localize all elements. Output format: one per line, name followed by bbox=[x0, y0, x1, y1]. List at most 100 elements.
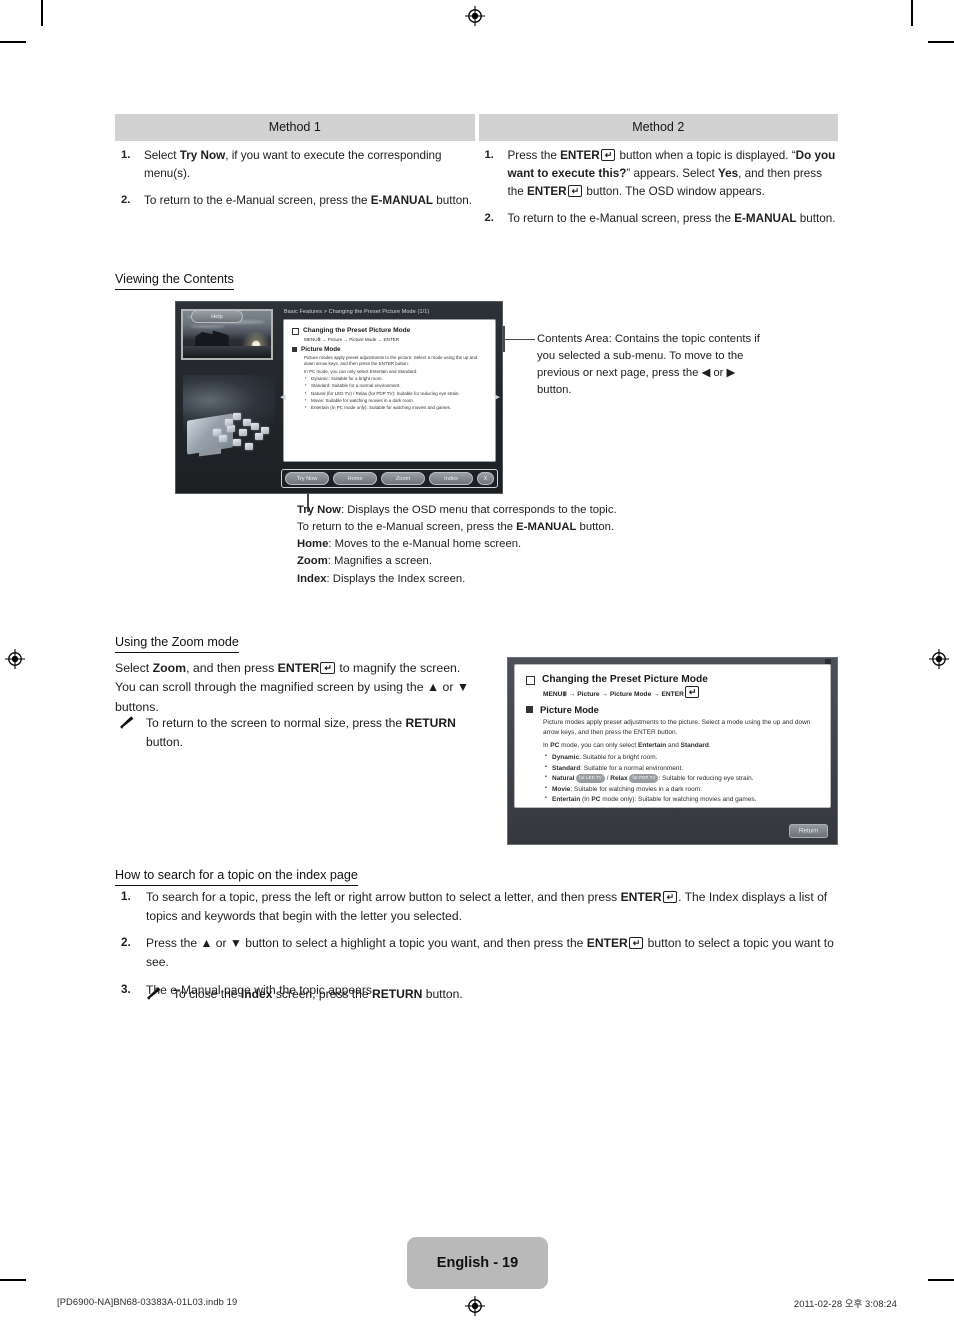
next-page-arrow-icon[interactable]: ▶ bbox=[495, 393, 500, 401]
osd-menu-path: MENUⅢ → Picture → Picture Mode → ENTER bbox=[543, 686, 819, 699]
step-text: Select Try Now, if you want to execute t… bbox=[144, 149, 442, 181]
osd-subtitle: Picture Mode bbox=[540, 704, 599, 715]
list-item: Entertain (In PC mode only): Suitable fo… bbox=[305, 404, 487, 412]
step-text: To search for a topic, press the left or… bbox=[146, 890, 827, 923]
barn-silhouette bbox=[195, 330, 229, 347]
list-item: 2. To return to the e-Manual screen, pres… bbox=[115, 192, 475, 210]
step-text: To return to the e-Manual screen, press … bbox=[144, 194, 473, 208]
list-item: Movie: Suitable for watching movies in a… bbox=[305, 397, 487, 405]
step-number: 1. bbox=[484, 149, 494, 161]
step-number: 2. bbox=[121, 194, 131, 207]
contents-subtitle-row: Picture Mode bbox=[292, 346, 487, 353]
close-button[interactable]: X bbox=[477, 472, 494, 486]
osd-title: Changing the Preset Picture Mode bbox=[542, 674, 708, 685]
contents-note: In PC mode, you can only select Entertai… bbox=[304, 368, 418, 374]
step-number: 1. bbox=[121, 149, 131, 161]
pencil-icon bbox=[120, 716, 134, 729]
crop-mark-top-right-h bbox=[928, 41, 954, 43]
step-text: Press the ▲ or ▼ button to select a high… bbox=[146, 936, 834, 969]
crop-mark-top-right-v bbox=[911, 0, 913, 26]
home-button[interactable]: Home bbox=[333, 472, 377, 486]
registration-mark-top bbox=[465, 6, 485, 26]
menu-path: MENUⅢ → Picture → Picture Mode → ENTER bbox=[304, 337, 400, 342]
method-1-header: Method 1 bbox=[115, 114, 475, 141]
index-search-note: To close the Index screen, press the RET… bbox=[142, 985, 673, 1004]
step-number: 2. bbox=[121, 936, 131, 950]
breadcrumb: Basic Features > Changing the Preset Pic… bbox=[284, 309, 430, 315]
list-item: 1. Press the ENTER button when a topic is… bbox=[479, 147, 839, 201]
methods-table: Method 1 Method 2 1. Select Try Now, if y… bbox=[115, 114, 838, 238]
method-1-steps: 1. Select Try Now, if you want to execute… bbox=[115, 147, 475, 210]
osd-title-row: Changing the Preset Picture Mode bbox=[526, 674, 819, 685]
list-item: Dynamic: Suitable for a bright room. bbox=[305, 375, 487, 383]
registration-mark-right bbox=[929, 649, 949, 669]
method-2-steps: 1. Press the ENTER button when a topic is… bbox=[479, 147, 839, 229]
viewing-contents-heading: Viewing the Contents bbox=[115, 272, 234, 290]
index-button[interactable]: Index bbox=[429, 472, 473, 486]
tv-left-pane: Help bbox=[179, 305, 277, 470]
photo-ground bbox=[183, 345, 271, 358]
registration-mark-left bbox=[5, 649, 25, 669]
list-item: 2. Press the ▲ or ▼ button to select a hi… bbox=[115, 934, 838, 971]
help-button[interactable]: Help bbox=[191, 310, 243, 324]
osd-footer: Return bbox=[788, 819, 828, 838]
zoom-mode-body: Select Zoom, and then press ENTER to mag… bbox=[115, 659, 470, 717]
step-number: 1. bbox=[121, 890, 131, 903]
contents-area-callout: Contents Area: Contains the topic conten… bbox=[537, 333, 760, 397]
tv-illustration bbox=[183, 375, 275, 463]
osd-content-area: Changing the Preset Picture Mode MENUⅢ →… bbox=[514, 664, 831, 817]
pencil-icon bbox=[147, 987, 161, 1000]
open-square-icon bbox=[292, 328, 299, 335]
osd-path-enter: ENTER bbox=[661, 691, 684, 698]
list-item: Standard: Suitable for a normal environm… bbox=[305, 382, 487, 390]
open-square-icon bbox=[526, 676, 535, 685]
zoom-osd-panel: Changing the Preset Picture Mode MENUⅢ →… bbox=[507, 657, 838, 845]
step-text: Press the ENTER button when a topic is d… bbox=[508, 149, 835, 198]
tv-right-pane: Basic Features > Changing the Preset Pic… bbox=[280, 305, 499, 465]
index-search-heading: How to search for a topic on the index p… bbox=[115, 868, 358, 886]
zoom-mode-heading: Using the Zoom mode bbox=[115, 635, 239, 653]
list-item: Natural for LED TV / Relax for PDP TV: S… bbox=[545, 773, 819, 785]
list-item: 1. To search for a topic, press the left … bbox=[115, 888, 838, 925]
zoom-mode-note: To return to the screen to normal size, … bbox=[115, 714, 496, 751]
scroll-down-arrow-icon[interactable]: ▼ bbox=[526, 808, 819, 817]
method-2-header: Method 2 bbox=[478, 114, 838, 141]
osd-notch bbox=[825, 659, 831, 664]
crop-mark-top-left-h bbox=[0, 41, 26, 43]
list-item: Dynamic: Suitable for a bright room. bbox=[545, 752, 819, 764]
prev-page-arrow-icon[interactable]: ◀ bbox=[280, 393, 285, 401]
leader-line-right bbox=[503, 339, 535, 341]
zoom-mode-note-text: To return to the screen to normal size, … bbox=[146, 716, 456, 749]
contents-area: Changing the Preset Picture Mode MENUⅢ →… bbox=[283, 319, 496, 462]
osd-subtitle-row: Picture Mode bbox=[526, 704, 819, 715]
contents-title-row: Changing the Preset Picture Mode bbox=[292, 327, 487, 335]
crop-mark-bottom-left-h bbox=[0, 1279, 26, 1281]
crop-mark-top-left-v bbox=[41, 0, 43, 26]
tv-stand bbox=[199, 447, 221, 457]
leader-line-right-tick bbox=[503, 326, 505, 352]
osd-note: In PC mode, you can only select Entertai… bbox=[543, 741, 711, 749]
osd-body: Picture modes apply preset adjustments t… bbox=[543, 719, 811, 736]
footer-timestamp: 2011-02-28 오후 3:08:24 bbox=[793, 1298, 897, 1309]
index-search-note-text: To close the Index screen, press the RET… bbox=[173, 987, 463, 1001]
crop-mark-bottom-right-h bbox=[928, 1279, 954, 1281]
contents-subtitle: Picture Mode bbox=[301, 346, 341, 353]
page-number-badge: English - 19 bbox=[407, 1237, 548, 1289]
list-item: 2. To return to the e-Manual screen, pres… bbox=[479, 210, 839, 228]
return-button[interactable]: Return bbox=[788, 823, 828, 838]
list-item: Standard: Suitable for a normal environm… bbox=[545, 763, 819, 775]
list-item: Movie: Suitable for watching movies in a… bbox=[545, 784, 819, 796]
step-text: To return to the e-Manual screen, press … bbox=[507, 212, 836, 226]
zoom-button[interactable]: Zoom bbox=[381, 472, 425, 486]
contents-body: Picture modes apply preset adjustments t… bbox=[304, 355, 478, 367]
contents-title: Changing the Preset Picture Mode bbox=[303, 327, 411, 334]
osd-path-rest: → Picture → Picture Mode → bbox=[566, 691, 662, 698]
filled-square-icon bbox=[526, 706, 533, 713]
emanual-screen-mock: Help Basic Features > Changing the Prese… bbox=[175, 301, 503, 494]
step-number: 2. bbox=[484, 212, 494, 225]
try-now-button[interactable]: Try Now bbox=[285, 472, 329, 486]
methods-table-header: Method 1 Method 2 bbox=[115, 114, 838, 141]
step-number: 3. bbox=[121, 982, 131, 996]
enter-key-icon bbox=[684, 686, 700, 698]
method-2-column: 1. Press the ENTER button when a topic is… bbox=[479, 147, 839, 238]
